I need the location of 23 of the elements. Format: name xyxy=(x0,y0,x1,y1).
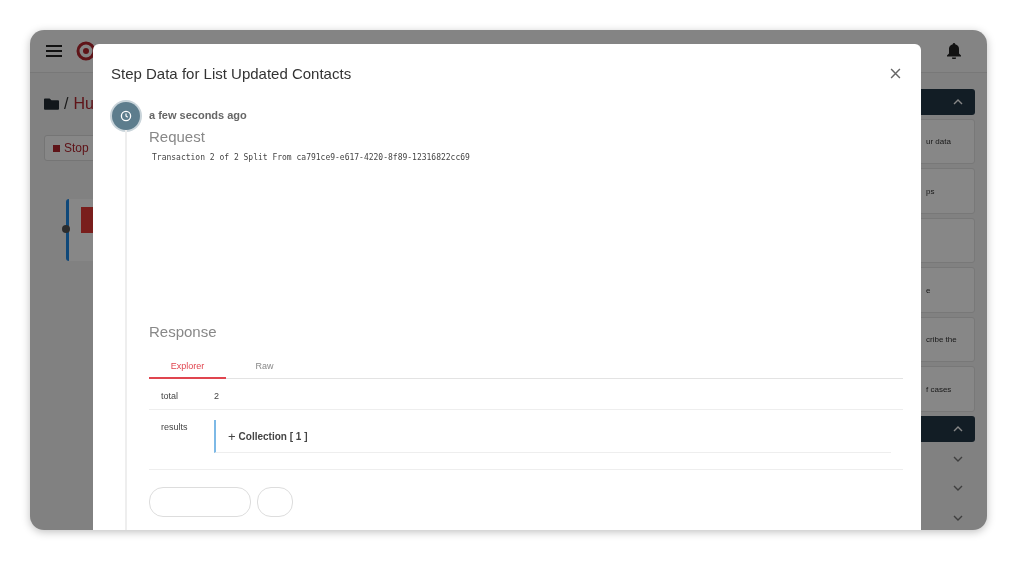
bell-icon[interactable] xyxy=(947,43,961,59)
response-heading: Response xyxy=(149,323,218,340)
response-tab[interactable]: Explorer xyxy=(149,354,226,379)
request-body: Transaction 2 of 2 Split From ca791ce9-e617-4220-8f89-12316822cc69 xyxy=(152,153,470,162)
field-key: total xyxy=(161,389,214,401)
breadcrumb-separator: / xyxy=(64,95,69,113)
breadcrumb-link[interactable]: Hu xyxy=(73,95,94,113)
target-logo-icon xyxy=(76,41,96,61)
field-value: 2 xyxy=(214,390,219,401)
timestamp: a few seconds ago xyxy=(149,109,248,121)
chevron-icon xyxy=(953,425,963,432)
request-heading: Request xyxy=(149,128,206,145)
chevron-icon xyxy=(953,515,963,522)
chevron-icon xyxy=(953,98,963,105)
chevron-icon xyxy=(953,485,963,492)
chevron-icon xyxy=(953,455,963,462)
clock-icon xyxy=(112,102,140,130)
field-key: results xyxy=(161,420,214,432)
response-tab[interactable]: Raw xyxy=(226,354,303,379)
folder-icon[interactable] xyxy=(44,98,59,110)
dialog-title: Step Data for List Updated Contacts xyxy=(111,64,352,82)
collection-toggle[interactable]: + Collection [ 1 ] xyxy=(228,428,308,444)
menu-icon[interactable] xyxy=(46,45,62,57)
